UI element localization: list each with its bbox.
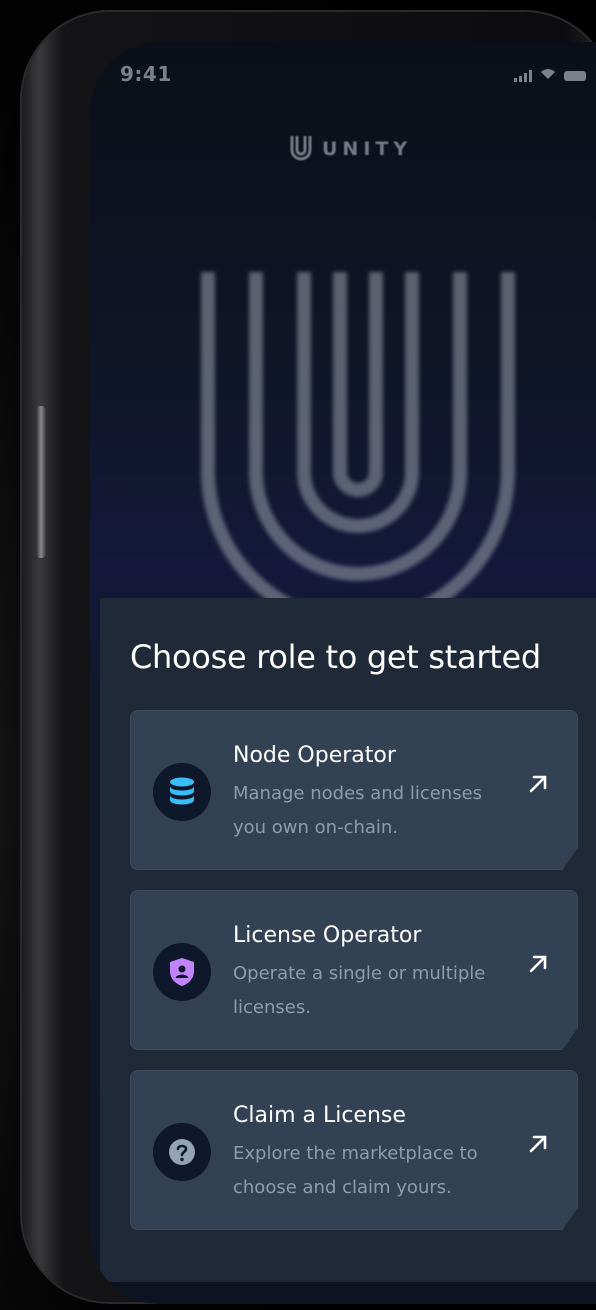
- home-indicator-area: [90, 1282, 596, 1304]
- role-description: Explore the marketplace to choose and cl…: [233, 1143, 478, 1198]
- role-title: License Operator: [233, 923, 422, 948]
- arrow-up-right-icon: [529, 955, 547, 973]
- stage: 9:41 UNITY Choose role to get started No…: [0, 0, 596, 1310]
- status-time: 9:41: [120, 62, 172, 86]
- role-card-claim-license[interactable]: Claim a License Explore the marketplace …: [130, 1070, 578, 1230]
- role-selection-sheet: Choose role to get started Node Operator…: [100, 598, 596, 1298]
- unity-logo-icon: [290, 136, 312, 161]
- role-description: Manage nodes and licenses you own on-cha…: [233, 783, 483, 838]
- phone-screen: 9:41 UNITY Choose role to get started No…: [90, 42, 596, 1304]
- sheet-title: Choose role to get started: [130, 638, 541, 676]
- brand-logo: UNITY: [290, 134, 412, 164]
- signal-icon: [514, 70, 532, 82]
- unity-watermark-icon: [201, 272, 515, 629]
- arrow-up-right-icon: [529, 1135, 547, 1153]
- role-title: Claim a License: [233, 1103, 406, 1128]
- role-description: Operate a single or multiple licenses.: [233, 963, 486, 1018]
- role-card-license-operator[interactable]: License Operator Operate a single or mul…: [130, 890, 578, 1050]
- phone-frame: 9:41 UNITY Choose role to get started No…: [22, 12, 596, 1304]
- question-icon: [153, 1123, 211, 1181]
- shield-user-icon: [153, 943, 211, 1001]
- role-title: Node Operator: [233, 743, 396, 768]
- brand-name: UNITY: [322, 138, 413, 160]
- arrow-up-right-icon: [529, 775, 547, 793]
- wifi-icon: [540, 68, 556, 84]
- database-icon: [153, 763, 211, 821]
- status-icons: [514, 68, 586, 84]
- role-card-node-operator[interactable]: Node Operator Manage nodes and licenses …: [130, 710, 578, 870]
- battery-icon: [564, 71, 586, 81]
- side-button: [36, 406, 46, 558]
